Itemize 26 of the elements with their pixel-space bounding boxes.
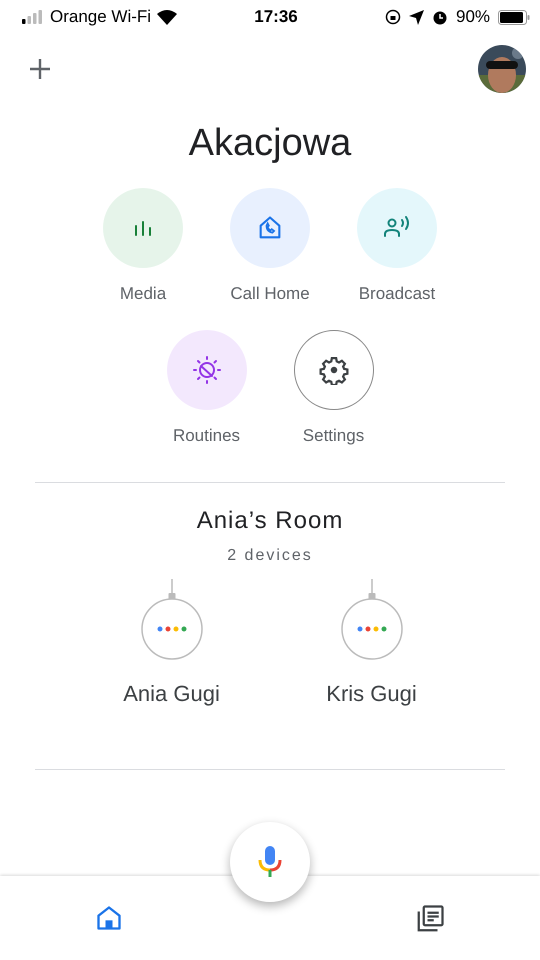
- battery-percent: 90%: [456, 7, 490, 27]
- device-button[interactable]: Kris Gugi: [326, 579, 417, 769]
- home-icon: [95, 904, 123, 932]
- home-title: Akacjowa: [188, 122, 352, 166]
- settings-icon: [318, 355, 348, 385]
- action-button[interactable]: Settings: [294, 330, 374, 446]
- microphone-icon: [257, 845, 283, 879]
- clock-time: 17:36: [254, 7, 298, 27]
- action-button[interactable]: Call Home: [230, 188, 310, 304]
- carrier-name: Orange Wi-Fi: [50, 7, 152, 27]
- rotation-lock-icon: [384, 9, 401, 25]
- wifi-icon: [157, 10, 178, 24]
- device-count: 2 devices: [226, 547, 314, 565]
- action-button[interactable]: Media: [103, 188, 183, 304]
- plus-icon: [28, 57, 52, 81]
- location-arrow-icon: [408, 10, 424, 24]
- signal-icon: [22, 10, 44, 24]
- action-button[interactable]: Routines: [166, 330, 246, 446]
- alarm-icon: [432, 9, 448, 25]
- mic-button[interactable]: [230, 822, 310, 902]
- room-title: Ania’s Room: [196, 507, 344, 535]
- action-button[interactable]: Broadcast: [357, 188, 437, 304]
- battery-icon: [498, 10, 530, 24]
- device-button[interactable]: Ania Gugi: [123, 579, 220, 769]
- feed-icon: [415, 904, 445, 934]
- sun-moon-icon: [192, 355, 222, 385]
